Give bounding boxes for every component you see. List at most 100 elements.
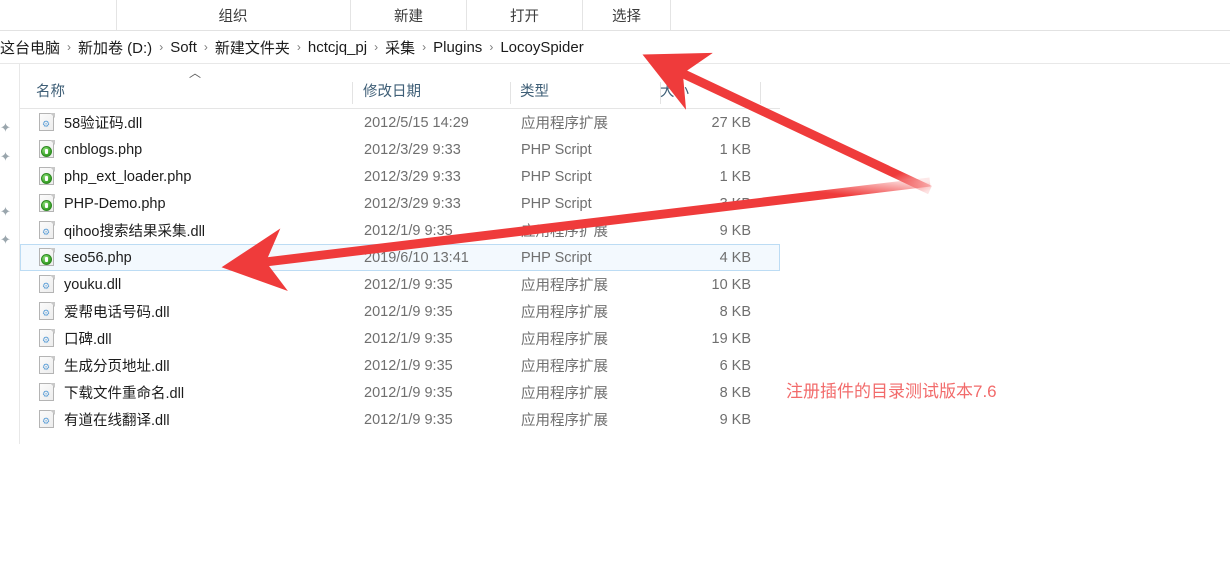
breadcrumb-separator-icon: › [60,40,78,54]
file-modified-date: 2019/6/10 13:41 [364,250,469,266]
file-row[interactable]: ⚙58验证码.dll2012/5/15 14:29应用程序扩展27 KB [20,109,780,136]
file-row[interactable]: seo56.php 2019/6/10 13:41 PHP Script 4 KB [20,244,780,271]
file-modified-date: 2012/5/15 14:29 [364,115,469,131]
ribbon-group-label: 组织 [219,5,248,26]
dll-file-icon: ⚙ [39,383,55,402]
column-divider[interactable] [352,82,353,104]
breadcrumb-item-6[interactable]: Plugins [433,39,482,56]
breadcrumb[interactable]: 这台电脑›新加卷 (D:)›Soft›新建文件夹›hctcjq_pj›采集›Pl… [0,31,1230,64]
file-name: 有道在线翻译.dll [64,409,170,430]
breadcrumb-item-4[interactable]: hctcjq_pj [308,39,367,56]
file-name: 口碑.dll [64,328,112,349]
breadcrumb-separator-icon: › [415,40,433,54]
file-type: PHP Script [521,196,592,212]
file-type: 应用程序扩展 [521,274,608,295]
file-modified-date: 2012/1/9 9:35 [364,277,453,293]
breadcrumb-item-5[interactable]: 采集 [385,37,415,58]
ribbon-group-open[interactable]: 打开 [467,0,583,30]
breadcrumb-item-3[interactable]: 新建文件夹 [215,37,290,58]
column-divider[interactable] [510,82,511,104]
file-size: 9 KB [621,412,751,428]
dll-file-icon: ⚙ [39,221,55,240]
php-file-icon [39,167,55,186]
file-row[interactable]: php_ext_loader.php2012/3/29 9:33PHP Scri… [20,163,780,190]
file-type: PHP Script [521,169,592,185]
file-modified-date: 2012/1/9 9:35 [364,223,453,239]
file-type: 应用程序扩展 [521,220,608,241]
file-size: 27 KB [621,115,751,131]
ribbon-group-label: 打开 [510,5,539,26]
file-row[interactable]: PHP-Demo.php2012/3/29 9:33PHP Script3 KB [20,190,780,217]
ribbon-group-select[interactable]: 选择 [583,0,671,30]
file-modified-date: 2012/1/9 9:35 [364,385,453,401]
file-type: 应用程序扩展 [521,112,608,133]
pushpin-icon: ✦ [0,233,14,247]
file-row[interactable]: ⚙口碑.dll2012/1/9 9:35应用程序扩展19 KB [20,325,780,352]
php-file-icon [39,248,55,267]
dll-file-icon: ⚙ [39,302,55,321]
file-name: cnblogs.php [64,142,142,158]
file-row[interactable]: ⚙ 下载文件重命名.dll 2012/1/9 9:35 应用程序扩展 8 KB [20,379,780,406]
file-row[interactable]: ⚙爱帮电话号码.dll2012/1/9 9:35应用程序扩展8 KB [20,298,780,325]
file-size: 1 KB [621,169,751,185]
dll-file-icon: ⚙ [39,356,55,375]
column-header-type[interactable]: 类型 [520,78,549,107]
file-size: 9 KB [621,223,751,239]
dll-file-icon: ⚙ [39,329,55,348]
column-divider[interactable] [760,82,761,104]
file-row[interactable]: ⚙ qihoo搜索结果采集.dll 2012/1/9 9:35 应用程序扩展 9 KB [20,217,780,244]
column-header-modified[interactable]: 修改日期 [363,78,421,107]
breadcrumb-item-0[interactable]: 这台电脑 [0,37,60,58]
file-size: 3 KB [621,196,751,212]
column-header-size[interactable]: 大小 [660,78,689,107]
file-modified-date: 2012/3/29 9:33 [364,196,461,212]
column-header-row: 名称 修改日期 类型 大小 [20,78,780,109]
file-size: 8 KB [621,385,751,401]
breadcrumb-item-2[interactable]: Soft [170,39,197,56]
file-row[interactable]: ⚙ 生成分页地址.dll 2012/1/9 9:35 应用程序扩展 6 KB [20,352,780,379]
file-name: seo56.php [64,250,132,266]
file-name: youku.dll [64,277,121,293]
pushpin-icon: ✦ [0,121,14,135]
column-header-name[interactable]: 名称 [36,78,65,107]
file-size: 6 KB [621,358,751,374]
file-modified-date: 2012/1/9 9:35 [364,304,453,320]
file-type: PHP Script [521,250,592,266]
annotation-text: 注册插件的目录测试版本7.6 [786,377,997,402]
file-size: 4 KB [621,250,751,266]
file-modified-date: 2012/3/29 9:33 [364,169,461,185]
file-row[interactable]: ⚙youku.dll2012/1/9 9:35应用程序扩展10 KB [20,271,780,298]
breadcrumb-separator-icon: › [482,40,500,54]
breadcrumb-item-7[interactable]: LocoySpider [500,39,583,56]
breadcrumb-separator-icon: › [197,40,215,54]
file-type: 应用程序扩展 [521,355,608,376]
dll-file-icon: ⚙ [39,410,55,429]
file-row[interactable]: cnblogs.php2012/3/29 9:33PHP Script1 KB [20,136,780,163]
file-row[interactable]: ⚙有道在线翻译.dll2012/1/9 9:35应用程序扩展9 KB [20,406,780,433]
file-type: 应用程序扩展 [521,301,608,322]
file-name: 下载文件重命名.dll [64,382,184,403]
quick-access-pin-rail: ✦ ✦ ✦ ✦ [0,64,20,444]
breadcrumb-separator-icon: › [152,40,170,54]
file-type: 应用程序扩展 [521,382,608,403]
php-file-icon [39,194,55,213]
pushpin-icon: ✦ [0,150,14,164]
file-modified-date: 2012/1/9 9:35 [364,358,453,374]
file-size: 19 KB [621,331,751,347]
breadcrumb-separator-icon: › [290,40,308,54]
ribbon-group-new[interactable]: 新建 [351,0,467,30]
file-modified-date: 2012/1/9 9:35 [364,331,453,347]
sort-ascending-icon[interactable]: ︿ [188,68,202,78]
file-size: 8 KB [621,304,751,320]
file-modified-date: 2012/3/29 9:33 [364,142,461,158]
ribbon-group-organize[interactable]: 组织 [116,0,351,30]
ribbon-toolbar: 组织 新建 打开 选择 [0,0,1230,31]
dll-file-icon: ⚙ [39,113,55,132]
file-list[interactable]: ⚙58验证码.dll2012/5/15 14:29应用程序扩展27 KBcnbl… [20,109,780,433]
file-name: qihoo搜索结果采集.dll [64,220,205,241]
ribbon-group-label: 选择 [612,5,641,26]
breadcrumb-item-1[interactable]: 新加卷 (D:) [78,37,152,58]
dll-file-icon: ⚙ [39,275,55,294]
pushpin-icon: ✦ [0,205,14,219]
file-name: 生成分页地址.dll [64,355,170,376]
